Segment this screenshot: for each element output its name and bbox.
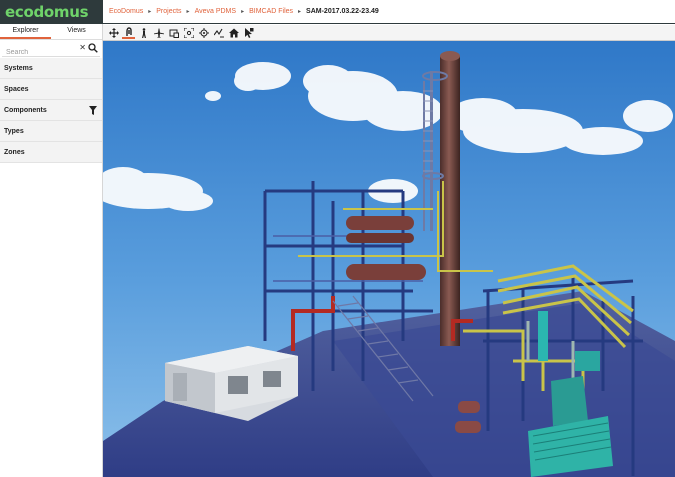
breadcrumb-aveva-pdms[interactable]: Aveva PDMS	[195, 8, 237, 15]
section-label: Components	[4, 107, 47, 114]
equipment-skid	[551, 376, 588, 426]
sidebar: Explorer Views ✕ Systems Spaces Componen…	[0, 24, 103, 477]
section-label: Zones	[4, 149, 25, 156]
section-box-icon[interactable]	[167, 26, 180, 39]
section-label: Systems	[4, 65, 33, 72]
logo-text: ecodomus	[5, 3, 89, 21]
horizontal-vessel	[346, 264, 426, 280]
search-icon[interactable]	[88, 43, 98, 53]
walk-icon[interactable]	[137, 26, 150, 39]
measure-icon[interactable]	[212, 26, 225, 39]
breadcrumb-bimcad-files[interactable]: BIMCAD Files	[249, 8, 293, 15]
section-label: Spaces	[4, 86, 29, 93]
breadcrumb-ecodomus[interactable]: EcoDomus	[109, 8, 143, 15]
sidebar-tabs: Explorer Views	[0, 24, 102, 40]
section-zones[interactable]: Zones	[0, 142, 102, 163]
tab-explorer[interactable]: Explorer	[0, 24, 51, 39]
breadcrumb-current-file: SAM-2017.03.22-23.49	[306, 8, 379, 15]
focus-icon[interactable]	[197, 26, 210, 39]
search-box: ✕	[2, 41, 100, 60]
tab-views[interactable]: Views	[51, 24, 102, 39]
section-label: Types	[4, 128, 24, 135]
fly-icon[interactable]	[152, 26, 165, 39]
breadcrumb-projects[interactable]: Projects	[156, 8, 181, 15]
select-icon[interactable]	[242, 26, 255, 39]
pump-column	[538, 311, 548, 361]
section-spaces[interactable]: Spaces	[0, 79, 102, 100]
ecodomus-logo[interactable]: ecodomus	[0, 0, 103, 24]
filter-icon[interactable]	[89, 106, 97, 115]
chevron-right-icon: ▸	[148, 9, 152, 15]
3d-viewport[interactable]	[103, 41, 675, 477]
chevron-right-icon: ▸	[186, 9, 190, 15]
viewer-toolbar	[103, 25, 675, 41]
section-systems[interactable]: Systems	[0, 58, 102, 79]
clear-icon[interactable]: ✕	[79, 43, 86, 52]
move-icon[interactable]	[107, 26, 120, 39]
home-icon[interactable]	[227, 26, 240, 39]
zoom-extents-icon[interactable]	[182, 26, 195, 39]
section-components[interactable]: Components	[0, 100, 102, 121]
3d-model-scene	[103, 41, 675, 477]
chevron-right-icon: ▸	[241, 9, 245, 15]
heat-exchanger	[346, 216, 414, 230]
breadcrumb: EcoDomus ▸ Projects ▸ Aveva PDMS ▸ BIMCA…	[103, 0, 675, 24]
chevron-right-icon: ▸	[298, 9, 302, 15]
orbit-icon[interactable]	[122, 26, 135, 39]
section-types[interactable]: Types	[0, 121, 102, 142]
app-window: ecodomus EcoDomus ▸ Projects ▸ Aveva PDM…	[0, 0, 675, 477]
